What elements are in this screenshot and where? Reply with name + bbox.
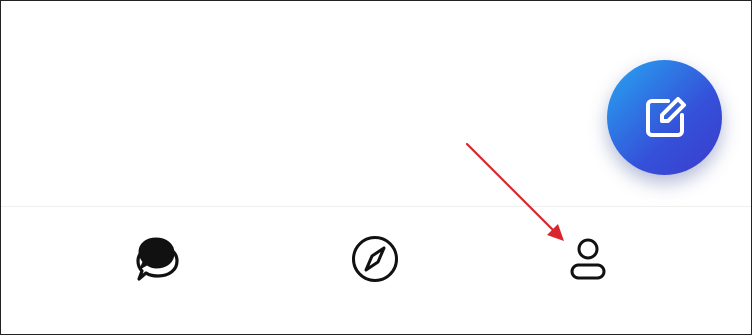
chats-tab[interactable] — [133, 229, 193, 289]
app-screen — [0, 0, 752, 335]
profile-tab[interactable] — [558, 229, 618, 289]
chat-bubbles-icon — [136, 237, 179, 281]
profile-icon — [570, 238, 606, 280]
bottom-navigation — [1, 207, 751, 334]
compose-button[interactable] — [607, 60, 722, 175]
discover-tab[interactable] — [345, 229, 405, 289]
compose-icon — [645, 96, 686, 137]
compass-icon — [352, 236, 398, 282]
